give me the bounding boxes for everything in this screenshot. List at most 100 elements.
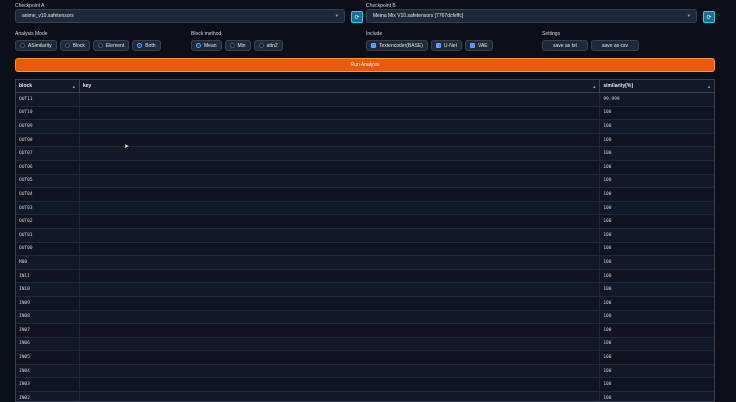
table-row[interactable]: OUT08 100 — [16, 133, 714, 148]
cell-key — [80, 337, 601, 351]
checkpoint-b-dropdown[interactable]: Meina Mix V10.safetensors [7767dcfeffc] … — [366, 9, 697, 23]
table-row[interactable]: IN03 100 — [16, 378, 714, 393]
table-row[interactable]: IN05 100 — [16, 351, 714, 365]
run-analysis-button[interactable]: Run Analysis — [15, 58, 715, 72]
cell-similarity: 100 — [603, 151, 612, 157]
sort-icon: ▲ — [707, 83, 711, 89]
analysis-mode-element[interactable]: Element — [92, 40, 130, 51]
table-body: OUT11 99.999 OUT10 100 OUT09 100 OUT08 100 OUT07… — [16, 93, 714, 401]
checkbox-checked-icon: ✓ — [469, 42, 475, 48]
table-row[interactable]: IN07 100 — [16, 324, 714, 338]
cell-block: M00 — [16, 256, 80, 269]
option-label: ASimilarity — [28, 42, 52, 49]
block-method-attn2[interactable]: attn2 — [253, 40, 283, 51]
cell-similarity: 100 — [603, 123, 612, 129]
table-row[interactable]: OUT10 100 — [16, 106, 714, 121]
chevron-down-icon: ▾ — [335, 13, 338, 19]
table-row[interactable]: OUT05 100 — [16, 174, 714, 189]
cell-key — [80, 351, 601, 364]
cell-key — [80, 283, 601, 296]
option-label: Mean — [204, 42, 217, 49]
block-method-min[interactable]: Min — [224, 40, 251, 51]
cell-similarity: 100 — [603, 273, 612, 279]
analysis-mode-asimilarity[interactable]: ASimilarity — [15, 40, 57, 51]
cell-key — [80, 228, 601, 242]
checkpoint-a-refresh-button[interactable]: ⟳ — [351, 11, 363, 23]
table-row[interactable]: IN08 100 — [16, 310, 714, 325]
cell-key — [80, 296, 601, 310]
table-row[interactable]: IN11 100 — [16, 269, 714, 284]
option-label: Both — [145, 42, 156, 49]
table-row[interactable]: IN06 100 — [16, 337, 714, 352]
table-row[interactable]: OUT03 100 — [16, 201, 714, 216]
table-row[interactable]: OUT06 100 — [16, 160, 714, 175]
checkpoint-b-value: Meina Mix V10.safetensors [7767dcfeffc] — [373, 13, 464, 19]
table-row[interactable]: OUT09 100 — [16, 120, 714, 134]
header-label: key — [82, 83, 92, 89]
cell-block: IN05 — [16, 351, 80, 364]
table-row[interactable]: OUT02 100 — [16, 215, 714, 229]
cell-similarity: 100 — [603, 259, 612, 265]
mouse-cursor-icon: ➤ — [124, 144, 130, 150]
checkbox-checked-icon: ✓ — [435, 42, 441, 48]
header-label: block — [19, 83, 33, 89]
option-label: Element — [105, 42, 125, 49]
cell-similarity: 99.999 — [603, 96, 620, 102]
cell-similarity: 100 — [603, 300, 612, 306]
cell-block: OUT10 — [16, 106, 80, 120]
analysis-mode-block[interactable]: Block — [59, 40, 90, 51]
option-label: Min — [237, 42, 246, 49]
analysis-mode-both[interactable]: Both — [132, 40, 161, 51]
include-textencoder[interactable]: ✓ Textencoder(BASE) — [366, 40, 428, 51]
include-label: Include — [366, 31, 383, 37]
cell-block: OUT05 — [16, 174, 80, 188]
cell-key — [80, 174, 601, 188]
radio-icon — [258, 43, 264, 48]
table-row[interactable]: OUT07 100 — [16, 147, 714, 161]
cell-block: OUT08 — [16, 133, 80, 147]
option-label: U-Net — [443, 42, 457, 49]
table-row[interactable]: OUT04 100 — [16, 188, 714, 202]
table-row[interactable]: IN04 100 — [16, 364, 714, 379]
cell-block: IN07 — [16, 324, 80, 337]
sort-icon: ▲ — [71, 83, 76, 89]
option-label: attn2 — [266, 42, 278, 49]
table-row[interactable]: IN02 100 — [16, 392, 714, 401]
cell-similarity: 100 — [603, 191, 612, 197]
cell-key — [80, 310, 601, 324]
results-table: block ▲ key ▲ similarity[%] ▲ OUT11 99.999 OU… — [15, 79, 715, 402]
cell-block: OUT01 — [16, 228, 80, 242]
cell-block: OUT07 — [16, 147, 80, 160]
include-unet[interactable]: ✓ U-Net — [430, 40, 462, 51]
block-method-mean[interactable]: Mean — [191, 40, 222, 51]
cell-key — [80, 269, 601, 283]
table-row[interactable]: OUT01 100 — [16, 228, 714, 243]
save-as-csv-option[interactable]: save as csv — [590, 40, 640, 51]
save-as-txt-option[interactable]: save as txt — [542, 40, 588, 51]
cell-block: IN11 — [16, 269, 80, 283]
radio-icon — [229, 43, 235, 48]
cell-block: OUT03 — [16, 201, 80, 215]
cell-key — [80, 215, 601, 228]
column-header-block[interactable]: block ▲ — [16, 80, 80, 92]
chevron-down-icon: ▾ — [687, 13, 690, 19]
checkpoint-b-refresh-button[interactable]: ⟳ — [703, 11, 715, 23]
table-row[interactable]: OUT00 100 — [16, 242, 714, 257]
cell-key — [80, 201, 601, 215]
option-label: Textencoder(BASE) — [379, 42, 423, 49]
cell-similarity: 100 — [603, 395, 612, 401]
include-vae[interactable]: ✓ VAE — [464, 40, 493, 51]
column-header-key[interactable]: key ▲ — [80, 80, 601, 92]
table-row[interactable]: IN09 100 — [16, 296, 714, 311]
cell-similarity: 100 — [603, 232, 612, 238]
cell-key — [80, 133, 601, 147]
table-row[interactable]: M00 100 — [16, 256, 714, 270]
cell-similarity: 100 — [603, 137, 612, 143]
column-header-similarity[interactable]: similarity[%] ▲ — [600, 80, 714, 92]
checkpoint-a-dropdown[interactable]: anime_v10.safetensors ▾ — [15, 9, 345, 23]
cell-block: OUT06 — [16, 160, 80, 174]
cell-key — [80, 188, 601, 201]
block-method-group: Mean Min attn2 — [191, 40, 283, 51]
table-row[interactable]: OUT11 99.999 — [16, 93, 714, 107]
table-row[interactable]: IN10 100 — [16, 283, 714, 297]
